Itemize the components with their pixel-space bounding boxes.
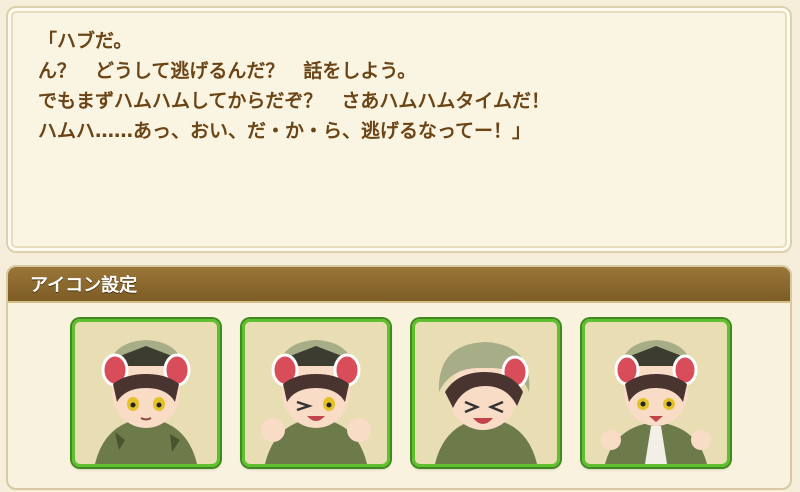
portrait-angry-icon[interactable]	[582, 319, 730, 467]
dialog-box: 「ハブだ。 ん？ どうして逃げるんだ？ 話をしよう。 でもまずハムハムしてからだ…	[6, 6, 792, 253]
portrait-neutral-icon[interactable]	[72, 319, 220, 467]
portrait-happy-drawing	[245, 322, 387, 464]
icon-settings-header: アイコン設定	[8, 267, 790, 303]
portrait-laughing-icon[interactable]	[412, 319, 560, 467]
icon-settings-title: アイコン設定	[30, 275, 138, 296]
portrait-happy-icon[interactable]	[242, 319, 390, 467]
portrait-neutral-drawing	[75, 322, 217, 464]
dialog-text: 「ハブだ。 ん？ どうして逃げるんだ？ 話をしよう。 でもまずハムハムしてからだ…	[38, 30, 551, 142]
icon-settings-panel: アイコン設定	[6, 265, 792, 490]
portrait-angry-drawing	[585, 322, 727, 464]
portrait-laughing-drawing	[415, 322, 557, 464]
